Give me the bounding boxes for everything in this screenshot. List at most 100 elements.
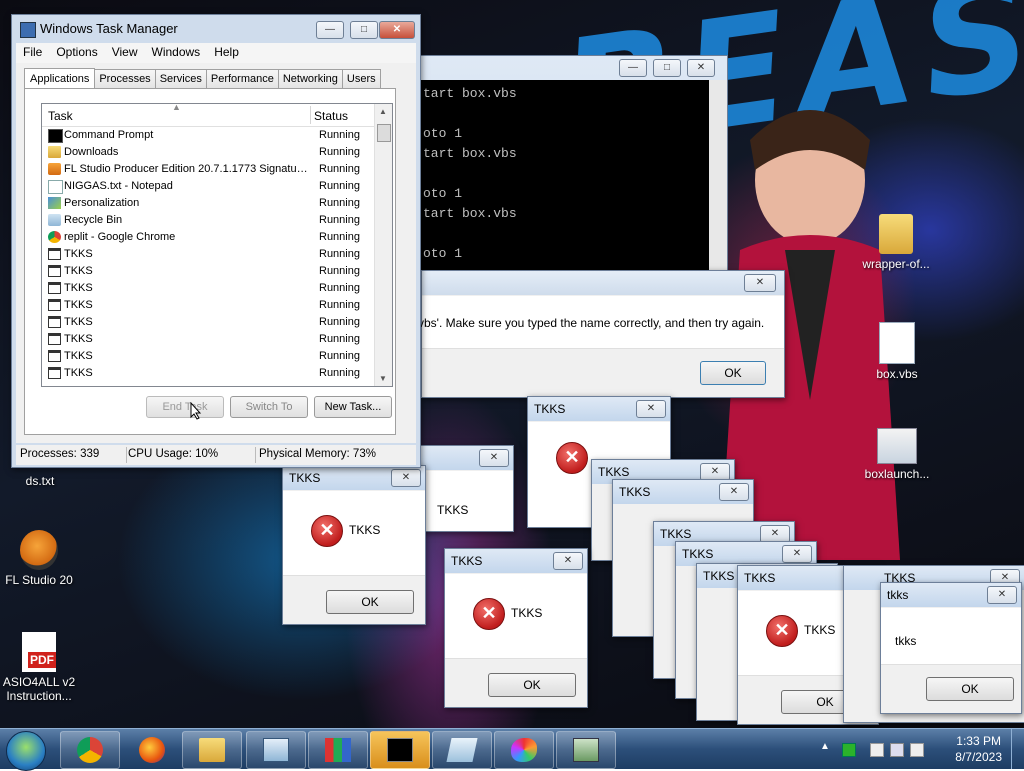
column-divider[interactable] — [310, 106, 311, 124]
task-list-scrollbar[interactable]: ▲ ▼ — [374, 104, 392, 386]
close-button[interactable]: ✕ — [553, 552, 583, 570]
table-row[interactable]: TKKS Running — [42, 263, 392, 280]
system-tray: ▲ 1:33 PM 8/7/2023 — [814, 729, 1024, 769]
taskbar-explorer[interactable] — [182, 731, 242, 769]
table-row[interactable]: Command Prompt Running — [42, 127, 392, 144]
close-button[interactable]: ✕ — [391, 469, 421, 487]
task-manager-titlebar[interactable]: Windows Task Manager — □ ✕ — [12, 15, 420, 43]
table-row[interactable]: NIGGAS.txt - Notepad Running — [42, 178, 392, 195]
taskbar-chrome[interactable] — [60, 731, 120, 769]
menu-view[interactable]: View — [105, 43, 145, 61]
taskbar-remote[interactable] — [556, 731, 616, 769]
table-row[interactable]: replit - Google Chrome Running — [42, 229, 392, 246]
tkks-msgbox[interactable]: ✕ TKKS — [420, 445, 514, 532]
error-icon: ✕ — [556, 442, 588, 474]
task-rows: Command Prompt Running Downloads Running FL … — [42, 127, 392, 382]
console-window[interactable]: — □ ✕ tart box.vbs oto 1 tart box.vbs oto… — [418, 55, 728, 272]
desktop-icon-wrapper[interactable]: wrapper-of... — [851, 214, 941, 271]
msgbox-title: TKKS — [619, 485, 651, 499]
taskbar-app[interactable] — [308, 731, 368, 769]
table-row[interactable]: Recycle Bin Running — [42, 212, 392, 229]
column-status[interactable]: Status — [314, 109, 348, 123]
close-button[interactable]: ✕ — [744, 274, 776, 292]
task-status: Running — [319, 180, 360, 192]
desktop-icon-box-vbs[interactable]: box.vbs — [852, 322, 942, 381]
end-task-button[interactable]: End Task — [146, 396, 224, 418]
close-button[interactable]: ✕ — [687, 59, 715, 77]
maximize-button[interactable]: □ — [653, 59, 681, 77]
ok-button[interactable]: OK — [700, 361, 766, 385]
taskbar-task-manager[interactable] — [246, 731, 306, 769]
recycle-bin-icon — [48, 214, 61, 226]
tab-applications[interactable]: Applications — [24, 68, 96, 89]
ok-button[interactable]: OK — [488, 673, 576, 697]
table-row[interactable]: TKKS Running — [42, 348, 392, 365]
table-row[interactable]: TKKS Running — [42, 365, 392, 382]
desktop-icon-fl-studio[interactable]: FL Studio 20 — [0, 530, 84, 587]
chrome-icon — [77, 737, 103, 763]
task-status: Running — [319, 333, 360, 345]
chrome-icon — [48, 231, 61, 243]
menu-help[interactable]: Help — [207, 43, 246, 61]
close-button[interactable]: ✕ — [479, 449, 509, 467]
ok-button[interactable]: OK — [326, 590, 414, 614]
desktop-icon-ds-txt[interactable]: ds.txt — [0, 474, 85, 488]
status-bar: Processes: 339 CPU Usage: 10% Physical M… — [16, 445, 416, 465]
tab-processes[interactable]: Processes — [94, 69, 156, 88]
maximize-button[interactable]: □ — [350, 21, 378, 39]
table-row[interactable]: TKKS Running — [42, 280, 392, 297]
window-icon — [48, 350, 61, 362]
ok-button[interactable]: OK — [926, 677, 1014, 701]
tkks-lowercase-msgbox[interactable]: tkks ✕ tkks OK — [880, 582, 1022, 714]
flag-alert-icon[interactable] — [870, 743, 884, 757]
taskbar-notepad[interactable] — [432, 731, 492, 769]
menu-file[interactable]: File — [16, 43, 49, 61]
notepad-icon — [48, 180, 63, 194]
close-button[interactable]: ✕ — [636, 400, 666, 418]
console-scrollbar[interactable] — [709, 80, 727, 271]
show-desktop-button[interactable] — [1011, 729, 1024, 769]
switch-to-button[interactable]: Switch To — [230, 396, 308, 418]
taskbar-command-prompt[interactable] — [370, 731, 430, 769]
column-task[interactable]: Task — [48, 109, 73, 123]
table-row[interactable]: TKKS Running — [42, 331, 392, 348]
tkks-msgbox[interactable]: TKKS ✕ ✕ TKKS OK — [282, 465, 426, 625]
tab-services[interactable]: Services — [154, 69, 207, 88]
show-hidden-icons-icon[interactable]: ▲ — [820, 741, 830, 752]
start-button[interactable] — [6, 731, 46, 771]
task-manager-window[interactable]: Windows Task Manager — □ ✕ File Options Vi… — [11, 14, 421, 468]
taskbar-firefox[interactable] — [122, 731, 182, 769]
taskbar-paint[interactable] — [494, 731, 554, 769]
minimize-button[interactable]: — — [619, 59, 647, 77]
minimize-button[interactable]: — — [316, 21, 344, 39]
close-button[interactable]: ✕ — [379, 21, 415, 39]
volume-muted-icon[interactable] — [910, 743, 924, 757]
close-button[interactable]: ✕ — [782, 545, 812, 563]
scroll-up-icon[interactable]: ▲ — [379, 107, 387, 116]
new-task-button[interactable]: New Task... — [314, 396, 392, 418]
tkks-msgbox[interactable]: TKKS ✕ ✕ TKKS OK — [444, 548, 588, 708]
close-button[interactable]: ✕ — [719, 483, 749, 501]
table-row[interactable]: TKKS Running — [42, 246, 392, 263]
table-row[interactable]: Personalization Running — [42, 195, 392, 212]
scroll-down-icon[interactable]: ▼ — [379, 374, 387, 383]
table-row[interactable]: FL Studio Producer Edition 20.7.1.1773 S… — [42, 161, 392, 178]
task-list[interactable]: Task ▲ Status Command Prompt Running Downl… — [41, 103, 393, 387]
clock[interactable]: 1:33 PM 8/7/2023 — [955, 733, 1002, 765]
menu-options[interactable]: Options — [49, 43, 104, 61]
network-icon[interactable] — [890, 743, 904, 757]
error-dialog[interactable]: ✕ vbs'. Make sure you typed the name cor… — [418, 270, 785, 398]
table-row[interactable]: TKKS Running — [42, 297, 392, 314]
tab-networking[interactable]: Networking — [277, 69, 343, 88]
scroll-thumb[interactable] — [377, 124, 391, 142]
desktop-icon-asio[interactable]: PDF ASIO4ALL v2 Instruction... — [0, 632, 84, 703]
msgbox-title: TKKS — [534, 402, 566, 416]
tab-users[interactable]: Users — [341, 69, 381, 88]
menu-windows[interactable]: Windows — [145, 43, 208, 61]
green-status-icon[interactable] — [842, 743, 856, 757]
tab-performance[interactable]: Performance — [205, 69, 279, 88]
table-row[interactable]: Downloads Running — [42, 144, 392, 161]
close-button[interactable]: ✕ — [987, 586, 1017, 604]
table-row[interactable]: TKKS Running — [42, 314, 392, 331]
desktop-icon-boxlaunch[interactable]: boxlaunch... — [852, 428, 942, 481]
